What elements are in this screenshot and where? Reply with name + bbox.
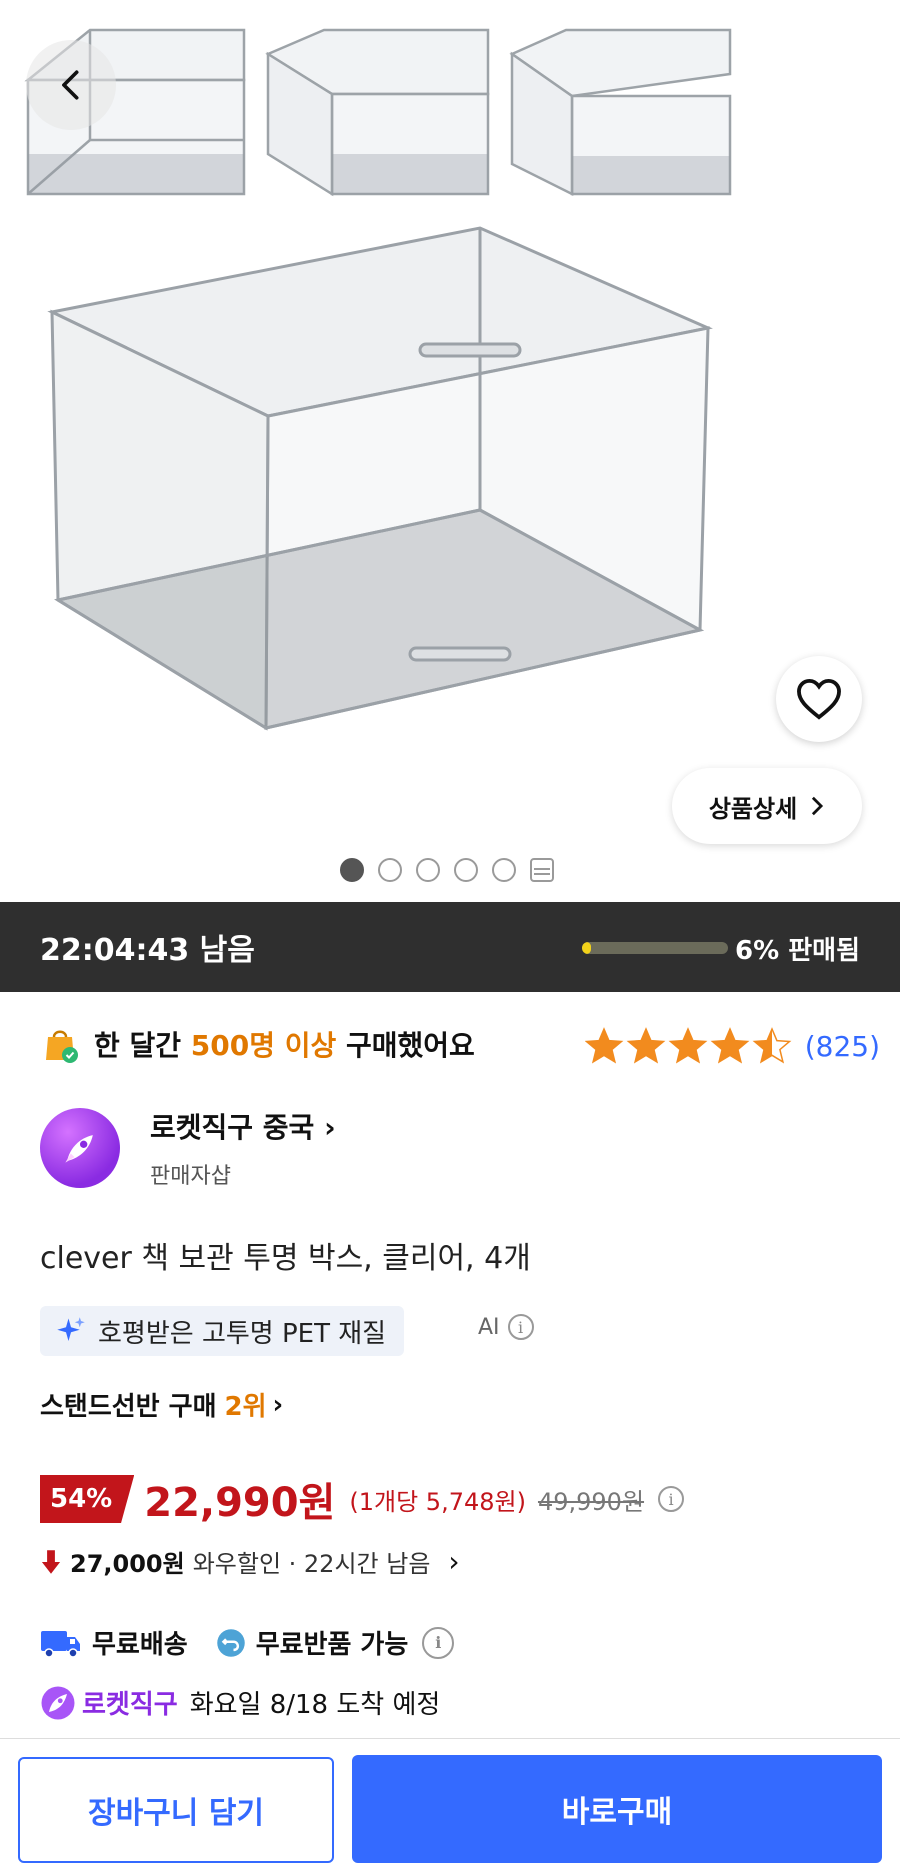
add-to-cart-button[interactable]: 장바구니 담기 xyxy=(18,1757,334,1863)
seller-info[interactable]: 로켓직구 중국 › 판매자샵 xyxy=(40,1106,336,1190)
purchase-prefix: 한 달간 xyxy=(94,1029,182,1062)
price-info-icon[interactable]: i xyxy=(658,1486,685,1512)
wow-discount-amount: 27,000원 xyxy=(70,1550,185,1578)
product-photo-small-2 xyxy=(265,28,490,197)
seller-shop-label: 판매자샵 xyxy=(150,1164,231,1189)
star-rating-icon xyxy=(584,1027,792,1064)
sale-price: 22,990원 xyxy=(144,1480,336,1526)
chevron-right-icon: › xyxy=(324,1111,336,1144)
product-title: clever 책 보관 투명 박스, 클리어, 4개 xyxy=(40,1241,531,1276)
sold-progress-bar xyxy=(582,942,728,954)
ai-summary-chip[interactable]: 호평받은 고투명 PET 재질 xyxy=(40,1306,405,1356)
return-icon xyxy=(216,1628,245,1657)
rocket-delivery: 로켓직구 화요일 8/18 도착 예정 xyxy=(40,1684,440,1721)
discount-badge: 54% xyxy=(40,1475,135,1523)
carousel-dot[interactable] xyxy=(416,858,440,882)
product-photo-small-3 xyxy=(509,28,732,197)
seller-avatar xyxy=(40,1108,120,1188)
wow-discount-detail: 와우할인 · 22시간 남음 xyxy=(192,1550,431,1578)
chevron-left-icon xyxy=(62,70,79,100)
rocket-badge-icon xyxy=(41,1686,75,1719)
product-detail-label: 상품상세 xyxy=(708,794,798,823)
wow-discount[interactable]: 27,000원 와우할인 · 22시간 남음 › xyxy=(40,1544,460,1579)
bottom-action-bar: 장바구니 담기 바로구매 xyxy=(0,1738,900,1872)
ai-label-text: AI xyxy=(478,1314,500,1340)
grid-view-icon[interactable] xyxy=(530,858,554,882)
ai-summary-text: 호평받은 고투명 PET 재질 xyxy=(98,1318,387,1349)
truck-icon xyxy=(41,1630,80,1658)
shopping-bag-icon xyxy=(46,1030,78,1063)
buy-now-button[interactable]: 바로구매 xyxy=(352,1755,882,1863)
shipping-info-icon[interactable]: i xyxy=(422,1626,455,1659)
unit-price: (1개당 5,748원) xyxy=(349,1487,526,1516)
carousel-dot[interactable] xyxy=(340,858,364,882)
price-row: 54% 22,990원 (1개당 5,748원) 49,990원 i xyxy=(40,1470,685,1528)
sold-progress-fill xyxy=(582,942,591,954)
sparkle-icon xyxy=(57,1317,85,1341)
wishlist-button[interactable] xyxy=(776,656,862,742)
product-photo-main xyxy=(47,226,713,731)
heart-icon xyxy=(797,678,841,720)
free-return-label: 무료반품 가능 xyxy=(255,1630,409,1660)
delivery-eta: 화요일 8/18 도착 예정 xyxy=(189,1690,441,1720)
ai-label[interactable]: AI i xyxy=(478,1314,534,1340)
ranking-text: 스탠드선반 구매 xyxy=(40,1392,217,1422)
info-icon[interactable]: i xyxy=(507,1314,534,1340)
time-remaining: 22:04:43 남음 xyxy=(40,933,255,968)
chevron-right-icon: › xyxy=(448,1545,460,1578)
product-detail-button[interactable]: 상품상세 xyxy=(672,768,862,844)
category-ranking[interactable]: 스탠드선반 구매 2위 › xyxy=(40,1386,283,1423)
carousel-dot[interactable] xyxy=(492,858,516,882)
seller-name: 로켓직구 중국 xyxy=(150,1111,315,1144)
back-button[interactable] xyxy=(26,40,116,130)
product-image-carousel[interactable]: 상품상세 xyxy=(0,0,900,900)
seller-name-row[interactable]: 로켓직구 중국 › xyxy=(150,1106,336,1146)
deal-timer-bar: 22:04:43 남음 6% 판매됨 xyxy=(0,902,900,992)
sold-percentage: 6% 판매됨 xyxy=(735,936,860,966)
free-delivery-label: 무료배송 xyxy=(92,1630,188,1660)
rocket-icon xyxy=(65,1135,93,1163)
review-count[interactable]: (825) xyxy=(805,1030,880,1063)
ranking-value: 2위 xyxy=(224,1392,267,1422)
product-rating[interactable]: (825) xyxy=(584,1026,880,1066)
rocket-brand: 로켓직구 xyxy=(82,1690,178,1720)
carousel-dot[interactable] xyxy=(378,858,402,882)
original-price: 49,990원 xyxy=(537,1487,645,1516)
chevron-right-icon xyxy=(812,796,824,816)
arrow-down-icon xyxy=(41,1549,61,1574)
carousel-dot[interactable] xyxy=(454,858,478,882)
purchase-suffix: 구매했어요 xyxy=(346,1029,475,1062)
chevron-right-icon: › xyxy=(272,1389,284,1420)
carousel-indicator xyxy=(340,858,554,882)
shipping-info: 무료배송 무료반품 가능 i xyxy=(40,1624,455,1661)
purchase-highlight: 500명 이상 xyxy=(190,1029,337,1062)
purchase-count: 한 달간 500명 이상 구매했어요 xyxy=(40,1024,475,1064)
